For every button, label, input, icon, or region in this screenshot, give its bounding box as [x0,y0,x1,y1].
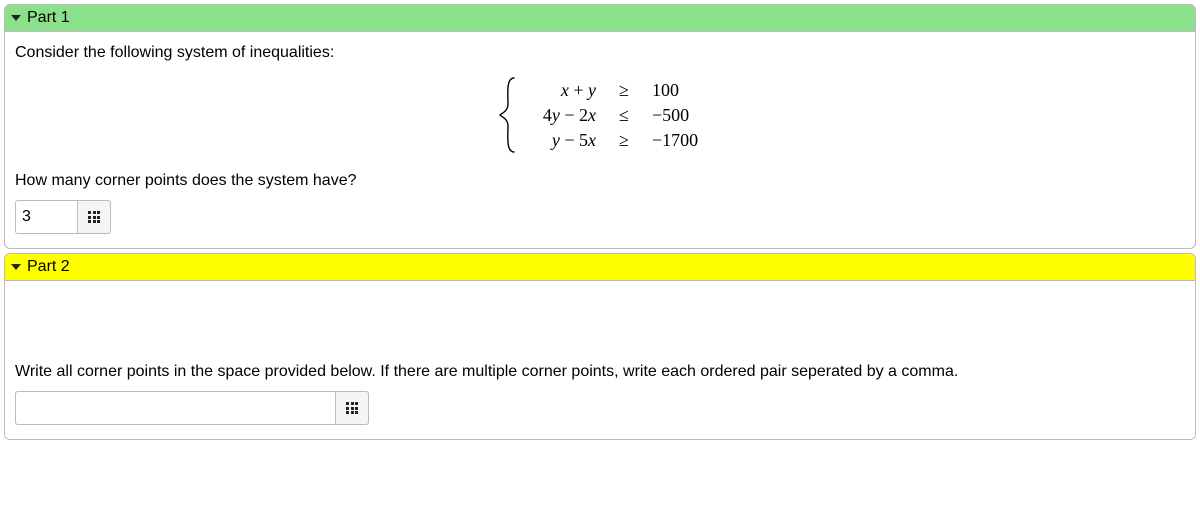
ineq-3-rel: ≥ [616,130,632,151]
part-2-body: Write all corner points in the space pro… [5,281,1195,439]
keypad-icon [88,211,100,223]
part-1-title: Part 1 [27,9,70,27]
keypad-icon [346,402,358,414]
keypad-button[interactable] [335,391,369,425]
part-1-header[interactable]: Part 1 [5,5,1195,32]
part-2-header[interactable]: Part 2 [5,254,1195,281]
ineq-1-lhs: x + y [526,80,596,101]
ineq-2-lhs: 4y − 2x [526,105,596,126]
part-1-body: Consider the following system of inequal… [5,32,1195,248]
part-2-panel: Part 2 Write all corner points in the sp… [4,253,1196,440]
part-2-instruction: Write all corner points in the space pro… [15,363,1185,381]
inequality-system: x + y ≥ 100 4y − 2x ≤ −500 y − 5x ≥ −17 [15,72,1185,162]
keypad-button[interactable] [77,200,111,234]
corner-points-input[interactable] [15,391,335,425]
left-brace-icon [498,76,520,154]
ineq-2-rel: ≤ [616,105,632,126]
part-2-title: Part 2 [27,258,70,276]
ineq-2-rhs: −500 [652,105,702,126]
chevron-down-icon [11,264,21,270]
part-1-question: How many corner points does the system h… [15,172,1185,190]
ineq-3-lhs: y − 5x [526,130,596,151]
chevron-down-icon [11,15,21,21]
ineq-1-rhs: 100 [652,80,702,101]
ineq-3-rhs: −1700 [652,130,702,151]
corner-count-input[interactable] [15,200,77,234]
part-1-panel: Part 1 Consider the following system of … [4,4,1196,249]
ineq-1-rel: ≥ [616,80,632,101]
part-1-intro: Consider the following system of inequal… [15,44,1185,62]
